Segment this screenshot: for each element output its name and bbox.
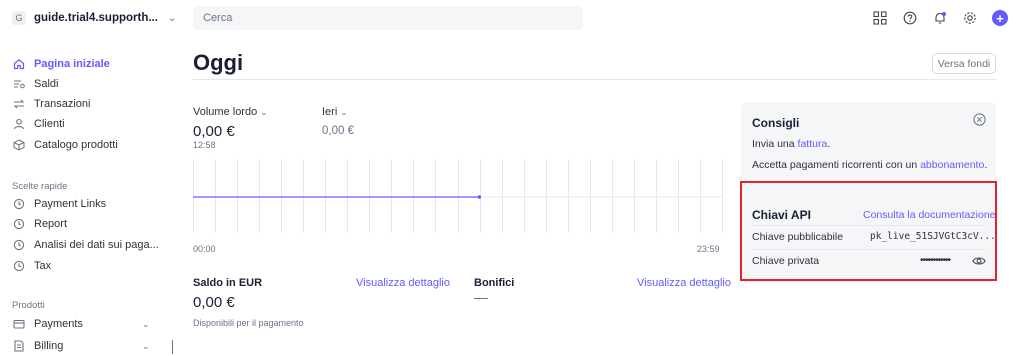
sidebar-item-label: Tax — [34, 260, 52, 272]
compare-period-label: Ieri — [322, 106, 338, 118]
sidebar-item-label: Pagina iniziale — [34, 58, 110, 70]
close-icon[interactable] — [973, 113, 986, 126]
balance-icon — [12, 77, 26, 91]
home-icon — [12, 57, 26, 71]
sidebar-item-label: Transazioni — [34, 98, 91, 110]
sidebar-item-label: Payment Links — [34, 198, 107, 210]
section-label-products: Prodotti — [12, 300, 45, 311]
apps-grid-icon[interactable] — [872, 10, 888, 26]
secret-key-value: •••••••••••• — [920, 255, 951, 266]
sidebar-item-label: Clienti — [34, 118, 65, 130]
x-axis-start-label: 00:00 — [193, 244, 216, 254]
sidebar-item-report[interactable]: Report — [12, 215, 67, 233]
page-title: Oggi — [193, 50, 244, 75]
person-icon — [12, 117, 26, 131]
payout-button[interactable]: Versa fondi — [932, 53, 996, 74]
sidebar-item-label: Billing — [34, 340, 64, 352]
sidebar-item-customers[interactable]: Clienti — [12, 115, 65, 133]
sidebar-item-transactions[interactable]: Transazioni — [12, 95, 90, 113]
sidebar-item-balances[interactable]: Saldi — [12, 75, 58, 93]
tip-subscription-text: Accetta pagamenti ricorrenti con un — [752, 159, 921, 171]
chevron-down-icon: ⌄ — [340, 107, 348, 117]
gross-volume-dropdown[interactable]: Volume lordo ⌄ — [193, 106, 268, 118]
clock-icon — [12, 238, 26, 252]
transfers-details-link[interactable]: Visualizza dettaglio — [637, 277, 731, 289]
tip-invoice-suffix: . — [827, 138, 831, 150]
account-name: guide.trial4.supporth... — [34, 12, 158, 24]
tip-invoice-text: Invia una — [752, 138, 798, 150]
chevron-down-icon: ⌄ — [142, 318, 150, 329]
top-toolbar: + — [872, 8, 1008, 28]
x-axis-end-label: 23:59 — [697, 244, 720, 254]
sidebar-item-catalog[interactable]: Catalogo prodotti — [12, 136, 118, 154]
api-divider — [752, 225, 986, 226]
account-avatar: G — [12, 11, 26, 25]
gear-icon[interactable] — [962, 10, 978, 26]
api-divider — [752, 249, 986, 250]
publishable-key-label: Chiave pubblicabile — [752, 231, 844, 243]
help-icon[interactable] — [902, 10, 918, 26]
gross-volume-chart — [193, 159, 723, 233]
search-placeholder: Cerca — [203, 12, 233, 24]
eye-icon[interactable] — [972, 255, 986, 267]
compare-value: 0,00 € — [322, 125, 354, 137]
balance-subtitle: Disponibili per il pagamento — [193, 318, 304, 328]
create-plus-button[interactable]: + — [992, 10, 1008, 26]
chevron-down-icon: ⌄ — [142, 340, 150, 351]
compare-period-dropdown[interactable]: Ieri ⌄ — [322, 106, 348, 118]
gross-volume-value: 0,00 € — [193, 123, 235, 140]
header-divider — [193, 79, 996, 80]
sidebar: G guide.trial4.supporth... ⌄ Pagina iniz… — [0, 0, 176, 356]
sidebar-item-label: Saldi — [34, 78, 59, 90]
document-icon — [12, 339, 26, 353]
invoice-link[interactable]: fattura — [798, 138, 828, 150]
balance-details-link[interactable]: Visualizza dettaglio — [356, 277, 450, 289]
tip-subscription-suffix: . — [984, 159, 988, 171]
sidebar-item-billing[interactable]: Billing ⌄ — [12, 337, 150, 355]
chevron-down-icon: ⌄ — [260, 107, 268, 117]
account-switcher[interactable]: G guide.trial4.supporth... ⌄ — [12, 8, 176, 28]
api-keys-title: Chiavi API — [752, 208, 811, 222]
clock-icon — [12, 197, 26, 211]
subscription-link[interactable]: abbonamento — [920, 159, 984, 171]
arrows-swap-icon — [12, 97, 26, 111]
clock-icon — [12, 259, 26, 273]
search-input[interactable]: Cerca — [193, 6, 583, 30]
tip-subscription: Accetta pagamenti ricorrenti con un abbo… — [752, 159, 987, 171]
api-docs-link[interactable]: Consulta la documentazione — [863, 209, 996, 221]
sidebar-item-payments[interactable]: Payments ⌄ — [12, 315, 150, 333]
balance-value: 0,00 € — [193, 294, 235, 311]
gross-volume-label: Volume lordo — [193, 106, 258, 118]
sidebar-item-payment-analytics[interactable]: Analisi dei dati sui paga... — [12, 236, 159, 254]
chart-current-point — [477, 195, 482, 199]
sidebar-item-label: Report — [34, 218, 68, 230]
tips-title: Consigli — [752, 116, 800, 130]
text-cursor — [172, 340, 173, 354]
transfers-empty-dash — [474, 298, 488, 299]
tip-invoice: Invia una fattura. — [752, 138, 830, 150]
sidebar-item-tax[interactable]: Tax — [12, 257, 51, 275]
sidebar-item-label: Catalogo prodotti — [34, 139, 118, 151]
current-time: 12:58 — [193, 140, 216, 150]
chevron-down-icon: ⌄ — [167, 12, 177, 24]
sidebar-item-payment-links[interactable]: Payment Links — [12, 195, 106, 213]
section-label-shortcuts: Scelte rapide — [12, 181, 68, 192]
balance-label: Saldo in EUR — [193, 277, 263, 289]
sidebar-item-label: Payments — [34, 318, 83, 330]
clock-icon — [12, 217, 26, 231]
card-icon — [12, 317, 26, 331]
secret-key-label: Chiave privata — [752, 255, 820, 267]
notification-bell-icon[interactable] — [932, 10, 948, 26]
box-icon — [12, 138, 26, 152]
publishable-key-value[interactable]: pk_live_51SJVGtC3cV... — [870, 231, 996, 242]
sidebar-item-label: Analisi dei dati sui paga... — [34, 239, 159, 251]
transfers-label: Bonifici — [474, 277, 515, 289]
sidebar-item-home[interactable]: Pagina iniziale — [12, 55, 110, 73]
